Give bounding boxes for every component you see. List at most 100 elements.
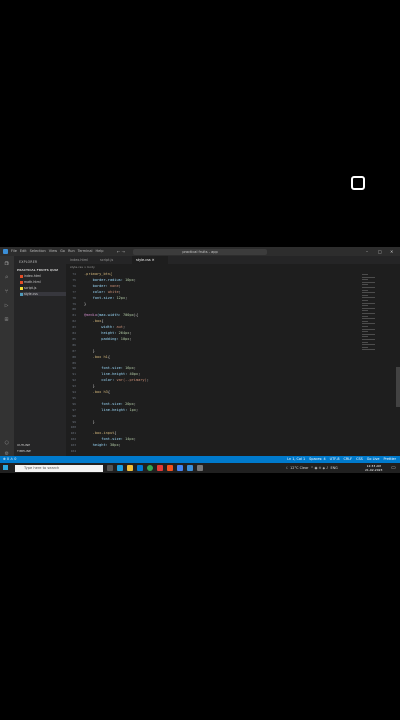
breadcrumb[interactable]: style.css > body (70, 265, 95, 269)
explorer-icon[interactable]: ❐ (3, 260, 10, 267)
code-token: font-size: (84, 295, 117, 300)
scrollbar-thumb[interactable] (396, 367, 400, 407)
workspace-folder[interactable]: PRACTICAL FRUITS QUIZ (17, 268, 58, 272)
store-icon[interactable] (137, 465, 143, 471)
nav-arrows-icon[interactable]: ← → (117, 248, 125, 255)
system-tray: ☾ 12°C Clear ^ ◉ ⊙ ◈ ♪ ENG (286, 463, 338, 473)
code-line[interactable]: .box h1{ (84, 355, 110, 360)
file-item[interactable]: math.html (20, 280, 41, 284)
close-icon[interactable]: ✕ (390, 248, 393, 255)
code-line[interactable]: font-size: 16px; (84, 366, 136, 371)
code-token: 264px (118, 331, 130, 335)
command-center[interactable]: practical fruits - app (133, 248, 267, 255)
tray-icons[interactable]: ^ ◉ ⊙ ◈ ♪ (311, 466, 329, 470)
vscode-taskbar-icon[interactable] (187, 465, 193, 471)
clock[interactable]: 12:33 AM 21-02-2023 (365, 464, 382, 472)
app-icon[interactable] (177, 465, 183, 471)
stop-recording-icon[interactable] (351, 176, 365, 190)
maximize-icon[interactable]: □ (378, 248, 382, 255)
source-control-icon[interactable]: ⑂ (3, 288, 10, 295)
file-item-active[interactable]: style.css (20, 292, 66, 296)
code-line[interactable]: } (84, 420, 95, 425)
minimize-icon[interactable]: – (366, 248, 368, 255)
edge-browser-icon[interactable] (117, 465, 123, 471)
code-token: padding: (84, 336, 121, 341)
minimap[interactable] (362, 274, 392, 354)
app-icon[interactable] (157, 465, 163, 471)
menu-item[interactable]: Help (95, 248, 103, 255)
task-view-icon[interactable] (107, 465, 113, 471)
status-item[interactable]: UTF-8 (330, 456, 340, 463)
code-line[interactable]: } (84, 349, 95, 354)
menu-item[interactable]: Terminal (78, 248, 93, 255)
file-item[interactable]: script.js (20, 286, 36, 290)
extensions-icon[interactable]: ⊞ (3, 316, 10, 323)
line-number: 100 (70, 425, 76, 430)
tab-script-js[interactable]: script.js (96, 256, 132, 264)
timeline-section[interactable]: TIMELINE (17, 449, 31, 453)
file-explorer-icon[interactable] (127, 465, 133, 471)
code-line[interactable]: @media(max-width: 700px){ (84, 313, 138, 318)
code-line[interactable]: color: white; (84, 290, 121, 295)
code-line[interactable]: width: aut; (84, 325, 125, 330)
close-tab-icon[interactable]: ✕ (152, 258, 155, 262)
status-item[interactable]: CSS (356, 456, 363, 463)
line-number: 93 (72, 384, 76, 389)
code-line[interactable]: .box h3{ (84, 390, 110, 395)
status-item[interactable]: Spaces: 4 (309, 456, 325, 463)
menu-item[interactable]: Edit (20, 248, 27, 255)
problems-indicator[interactable]: ⊗ 0 ⚠ 0 (3, 456, 16, 463)
code-line[interactable]: height: 264px; (84, 331, 131, 336)
code-line[interactable]: .primary_btn{ (84, 272, 112, 277)
status-item[interactable]: Ln 1, Col 1 (287, 456, 305, 463)
chrome-icon[interactable] (147, 465, 153, 471)
code-line[interactable]: .box{ (84, 319, 104, 324)
code-token: font-size: (84, 366, 126, 371)
code-line[interactable]: height: 30px; (84, 443, 121, 448)
app-icon[interactable] (197, 465, 203, 471)
menu-item[interactable]: Selection (30, 248, 46, 255)
minimap-line (362, 346, 368, 348)
file-item[interactable]: index.html (20, 274, 41, 278)
code-line[interactable]: .box-input{ (84, 431, 117, 436)
menu-item[interactable]: Go (60, 248, 65, 255)
run-debug-icon[interactable]: ▷ (3, 302, 10, 309)
code-editor[interactable]: 74 .primary_btn{75 border-radius: 10px; 76… (66, 270, 362, 463)
tab-style-css[interactable]: style.css ✕ (132, 256, 168, 264)
status-item[interactable]: Go Live (367, 456, 380, 463)
status-item[interactable]: CRLF (344, 456, 353, 463)
account-icon[interactable]: ◯ (3, 439, 10, 446)
code-line[interactable]: } (84, 384, 95, 389)
code-token: 20px (125, 401, 134, 406)
code-token: ; (146, 378, 149, 383)
weather-text[interactable]: 12°C Clear (290, 466, 308, 470)
code-token: ; (135, 407, 139, 412)
status-item[interactable]: Prettier (384, 456, 396, 463)
code-line[interactable]: color: var(--primary); (84, 378, 149, 383)
code-line[interactable]: border: none; (84, 284, 121, 289)
weather-icon[interactable]: ☾ (286, 466, 289, 470)
language-indicator[interactable]: ENG (331, 466, 338, 470)
code-line[interactable]: } (84, 302, 86, 307)
code-token: line-height: (84, 372, 130, 377)
minimap-line (362, 310, 368, 312)
menu-item[interactable]: File (11, 248, 17, 255)
notification-icon[interactable]: ▭ (391, 465, 396, 471)
menu-item[interactable]: Run (68, 248, 75, 255)
code-token: 14px (125, 437, 134, 442)
taskbar-search-input[interactable]: Type here to search (15, 464, 103, 472)
outline-section[interactable]: OUTLINE (17, 443, 30, 447)
code-line[interactable]: padding: 10px; (84, 336, 131, 342)
menu-item[interactable]: View (49, 248, 57, 255)
code-line[interactable]: font-size: 12px; (84, 295, 128, 301)
code-token: border: (84, 283, 110, 288)
code-line[interactable]: line-height: 1px; (84, 408, 138, 413)
search-icon[interactable]: ⌕ (3, 274, 10, 281)
code-line[interactable]: border-radius: 10px; (84, 278, 136, 283)
tab-index-html[interactable]: index.html (66, 256, 96, 264)
windows-start-icon[interactable] (3, 465, 8, 470)
app-icon[interactable] (167, 465, 173, 471)
code-line[interactable]: font-size: 14px; (84, 437, 136, 442)
code-line[interactable]: font-size: 20px; (84, 402, 136, 407)
code-line[interactable]: line-height: 40px; (84, 372, 140, 377)
